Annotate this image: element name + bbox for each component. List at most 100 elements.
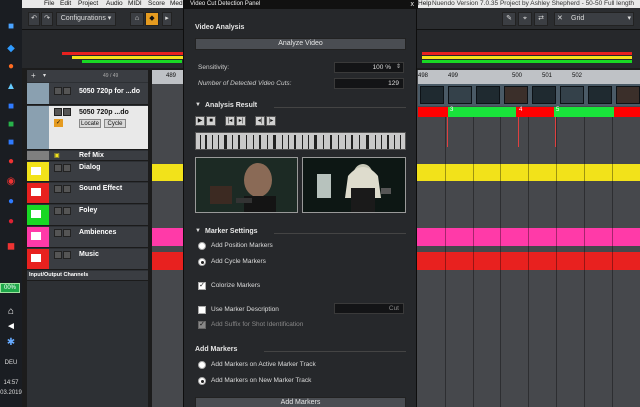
app-icon-1[interactable]: ■	[3, 20, 19, 34]
clock-time[interactable]: 14:57	[0, 380, 22, 386]
configurations-button[interactable]: Configurations ▾	[56, 12, 116, 26]
undo-button[interactable]: ↶	[28, 12, 40, 26]
add-on-new-track-radio[interactable]	[198, 377, 206, 385]
menu-help[interactable]: Help	[418, 0, 431, 8]
solo-button[interactable]	[63, 229, 71, 237]
language-indicator[interactable]: DEU	[0, 360, 22, 366]
analysis-result-heading: Analysis Result	[205, 102, 258, 109]
sensitivity-field[interactable]: 100 % ⇕	[334, 62, 404, 73]
mute-button[interactable]	[54, 108, 62, 116]
cycle-marker-lane[interactable]: 3 4 5	[418, 107, 640, 117]
solo-button[interactable]	[63, 87, 71, 95]
cut-tick	[338, 135, 339, 149]
mute-button[interactable]	[54, 229, 62, 237]
app-icon-5[interactable]: ■	[3, 100, 19, 114]
app-icon-7[interactable]: ■	[3, 136, 19, 150]
add-suffix-label: Add Suffix for Shot Identification	[211, 321, 304, 328]
app-icon-9[interactable]: ◉	[3, 175, 19, 189]
cycle-button[interactable]: Cycle	[104, 119, 126, 128]
next-cut-button[interactable]: ▸|	[236, 116, 246, 126]
mute-button[interactable]	[54, 87, 62, 95]
use-marker-description-checkbox[interactable]	[198, 306, 206, 314]
marker-track[interactable]: ✓ 5050 720p ...do Locate Cycle	[27, 106, 148, 150]
mute-button[interactable]	[54, 207, 62, 215]
menu-audio[interactable]: Audio	[106, 0, 123, 8]
video-frame-after-cut[interactable]	[302, 157, 406, 213]
snap-button[interactable]: ✎	[502, 12, 516, 26]
stepper-icon[interactable]: ⇕	[396, 63, 401, 72]
mute-button[interactable]	[54, 185, 62, 193]
foley-track[interactable]: Foley	[27, 205, 148, 226]
grid-type-select[interactable]: ✕ Grid ▾	[554, 12, 634, 26]
track-controls	[54, 164, 76, 172]
cut-tick	[381, 135, 382, 149]
nudge-right-button[interactable]: |▸	[266, 116, 276, 126]
marker-description-field[interactable]: Cut	[334, 303, 404, 314]
music-track[interactable]: Music	[27, 249, 148, 270]
mute-button[interactable]	[54, 164, 62, 172]
analyze-video-button[interactable]: Analyze Video	[195, 38, 406, 50]
ruler-tick: 500	[512, 73, 523, 79]
menu-file[interactable]: File	[44, 0, 54, 8]
collapse-triangle-icon[interactable]: ▼	[195, 102, 201, 108]
play-marker-button[interactable]: ▸	[162, 12, 172, 26]
cycle-marker[interactable]	[554, 107, 614, 117]
sound-effect-track[interactable]: Sound Effect	[27, 183, 148, 204]
redo-button[interactable]: ↷	[41, 12, 53, 26]
add-markers-button[interactable]: Add Markers	[195, 397, 406, 407]
touch-mode-button[interactable]: ⌂	[130, 12, 144, 26]
collapse-triangle-icon[interactable]: ▼	[195, 228, 201, 234]
close-icon[interactable]: x	[411, 0, 415, 9]
solo-button[interactable]	[63, 251, 71, 259]
add-track-button[interactable]: +	[31, 71, 36, 80]
app-icon-8[interactable]: ●	[3, 155, 19, 169]
dialog-track[interactable]: Dialog	[27, 162, 148, 182]
ref-mix-track[interactable]: ▣ Ref Mix	[27, 151, 148, 161]
ruler-left-segment[interactable]: 489	[152, 70, 183, 84]
previous-cut-button[interactable]: |◂	[225, 116, 235, 126]
locate-button[interactable]: Locate	[79, 119, 101, 128]
menu-midi[interactable]: MIDI	[128, 0, 142, 8]
mute-button[interactable]	[54, 251, 62, 259]
video-event-lane[interactable]	[418, 84, 640, 106]
chevron-down-icon[interactable]: ▾	[43, 72, 46, 79]
solo-button[interactable]	[63, 108, 71, 116]
add-cycle-markers-radio[interactable]	[198, 258, 206, 266]
ambiences-track[interactable]: Ambiences	[27, 227, 148, 248]
app-icon-12[interactable]: ◼	[3, 240, 19, 254]
video-track[interactable]: 5050 720p for ...do	[27, 83, 148, 105]
bluetooth-icon[interactable]: ✱	[3, 336, 19, 350]
add-on-active-track-radio[interactable]	[198, 361, 206, 369]
menu-project[interactable]: Project	[78, 0, 98, 8]
app-icon-4[interactable]: ▲	[3, 80, 19, 94]
volume-icon[interactable]: ◄	[3, 320, 19, 334]
scroll-button[interactable]: ⇄	[534, 12, 548, 26]
folder-icon: ▣	[54, 153, 60, 159]
app-icon-6[interactable]: ■	[3, 118, 19, 132]
menu-score[interactable]: Score	[148, 0, 165, 8]
colorize-markers-checkbox[interactable]: ✓	[198, 282, 206, 290]
cycle-marker[interactable]	[448, 107, 516, 117]
stop-button[interactable]: ■	[206, 116, 216, 126]
network-icon[interactable]: ⌂	[3, 305, 19, 319]
video-frame-before-cut[interactable]	[195, 157, 298, 213]
cut-timeline-overview[interactable]	[195, 132, 406, 150]
app-icon-11[interactable]: ●	[3, 215, 19, 229]
clock-date[interactable]: 03.2019	[0, 390, 22, 396]
timeline-ruler[interactable]: 498 499 500 501 502	[418, 70, 640, 84]
menu-edit[interactable]: Edit	[60, 0, 71, 8]
add-position-markers-radio[interactable]	[198, 242, 206, 250]
io-channels-track[interactable]: Input/Output Channels	[27, 271, 148, 281]
tool-button[interactable]: ⌖	[518, 12, 532, 26]
add-suffix-checkbox[interactable]: ✓	[198, 321, 206, 329]
panel-title-bar[interactable]: Video Cut Detection Panel x	[184, 0, 418, 9]
automation-mode-button[interactable]: ◆	[145, 12, 159, 26]
app-icon-10[interactable]: ●	[3, 195, 19, 209]
app-icon-2[interactable]: ◆	[3, 42, 19, 56]
solo-button[interactable]	[63, 207, 71, 215]
nudge-left-button[interactable]: ◂|	[255, 116, 265, 126]
play-button[interactable]: ▶	[195, 116, 205, 126]
solo-button[interactable]	[63, 185, 71, 193]
app-icon-3[interactable]: ●	[3, 60, 19, 74]
solo-button[interactable]	[63, 164, 71, 172]
